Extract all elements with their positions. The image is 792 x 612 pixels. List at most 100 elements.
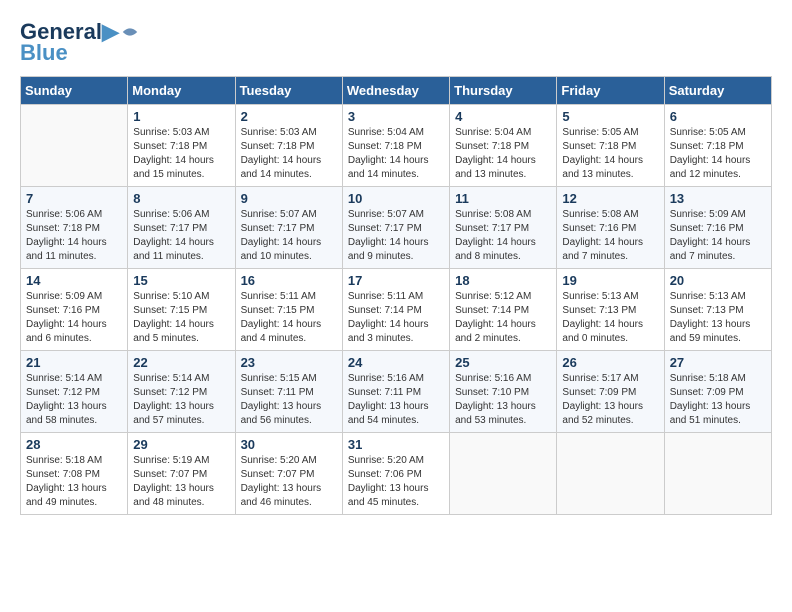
calendar-day-cell: 1 Sunrise: 5:03 AM Sunset: 7:18 PM Daylig…	[128, 105, 235, 187]
calendar-day-cell: 9 Sunrise: 5:07 AM Sunset: 7:17 PM Daylig…	[235, 187, 342, 269]
day-number: 12	[562, 191, 658, 206]
calendar-day-cell: 5 Sunrise: 5:05 AM Sunset: 7:18 PM Daylig…	[557, 105, 664, 187]
weekday-header-thursday: Thursday	[450, 77, 557, 105]
day-number: 10	[348, 191, 444, 206]
calendar-day-cell: 13Sunrise: 5:09 AM Sunset: 7:16 PM Dayli…	[664, 187, 771, 269]
day-number: 24	[348, 355, 444, 370]
logo: General▶ Blue	[20, 20, 139, 66]
day-number: 31	[348, 437, 444, 452]
calendar-day-cell: 15 Sunrise: 5:10 AM Sunset: 7:15 PM Dayli…	[128, 269, 235, 351]
calendar-day-cell: 23 Sunrise: 5:15 AM Sunset: 7:11 PM Dayli…	[235, 351, 342, 433]
day-info: Sunrise: 5:09 AM Sunset: 7:16 PM Dayligh…	[670, 208, 766, 264]
weekday-header-monday: Monday	[128, 77, 235, 105]
day-number: 4	[455, 109, 551, 124]
day-number: 18	[455, 273, 551, 288]
calendar-day-cell: 29Sunrise: 5:19 AM Sunset: 7:07 PM Dayli…	[128, 433, 235, 515]
calendar-day-cell: 7Sunrise: 5:06 AM Sunset: 7:18 PM Daylig…	[21, 187, 128, 269]
calendar-day-cell: 4 Sunrise: 5:04 AM Sunset: 7:18 PM Daylig…	[450, 105, 557, 187]
day-number: 16	[241, 273, 337, 288]
day-info: Sunrise: 5:14 AM Sunset: 7:12 PM Dayligh…	[26, 372, 122, 428]
calendar-day-cell: 10 Sunrise: 5:07 AM Sunset: 7:17 PM Dayli…	[342, 187, 449, 269]
calendar-header-row: SundayMondayTuesdayWednesdayThursdayFrid…	[21, 77, 772, 105]
weekday-header-saturday: Saturday	[664, 77, 771, 105]
day-info: Sunrise: 5:15 AM Sunset: 7:11 PM Dayligh…	[241, 372, 337, 428]
weekday-header-friday: Friday	[557, 77, 664, 105]
day-number: 8	[133, 191, 229, 206]
calendar-day-cell: 19 Sunrise: 5:13 AM Sunset: 7:13 PM Dayli…	[557, 269, 664, 351]
calendar-day-cell: 16 Sunrise: 5:11 AM Sunset: 7:15 PM Dayli…	[235, 269, 342, 351]
day-info: Sunrise: 5:05 AM Sunset: 7:18 PM Dayligh…	[562, 126, 658, 182]
day-info: Sunrise: 5:20 AM Sunset: 7:06 PM Dayligh…	[348, 454, 444, 510]
day-info: Sunrise: 5:12 AM Sunset: 7:14 PM Dayligh…	[455, 290, 551, 346]
day-number: 1	[133, 109, 229, 124]
page-header: General▶ Blue	[20, 20, 772, 66]
weekday-header-wednesday: Wednesday	[342, 77, 449, 105]
calendar-table: SundayMondayTuesdayWednesdayThursdayFrid…	[20, 76, 772, 515]
calendar-day-cell: 6Sunrise: 5:05 AM Sunset: 7:18 PM Daylig…	[664, 105, 771, 187]
calendar-week-row: 28 Sunrise: 5:18 AM Sunset: 7:08 PM Dayli…	[21, 433, 772, 515]
calendar-week-row: 1 Sunrise: 5:03 AM Sunset: 7:18 PM Daylig…	[21, 105, 772, 187]
day-info: Sunrise: 5:10 AM Sunset: 7:15 PM Dayligh…	[133, 290, 229, 346]
calendar-day-cell: 30 Sunrise: 5:20 AM Sunset: 7:07 PM Dayli…	[235, 433, 342, 515]
day-number: 23	[241, 355, 337, 370]
day-number: 15	[133, 273, 229, 288]
day-number: 2	[241, 109, 337, 124]
day-number: 9	[241, 191, 337, 206]
day-info: Sunrise: 5:13 AM Sunset: 7:13 PM Dayligh…	[670, 290, 766, 346]
calendar-day-cell: 22 Sunrise: 5:14 AM Sunset: 7:12 PM Dayli…	[128, 351, 235, 433]
calendar-day-cell: 28 Sunrise: 5:18 AM Sunset: 7:08 PM Dayli…	[21, 433, 128, 515]
day-info: Sunrise: 5:08 AM Sunset: 7:16 PM Dayligh…	[562, 208, 658, 264]
day-info: Sunrise: 5:04 AM Sunset: 7:18 PM Dayligh…	[348, 126, 444, 182]
empty-cell	[557, 433, 664, 515]
calendar-day-cell: 25Sunrise: 5:16 AM Sunset: 7:10 PM Dayli…	[450, 351, 557, 433]
day-number: 22	[133, 355, 229, 370]
empty-cell	[664, 433, 771, 515]
day-info: Sunrise: 5:18 AM Sunset: 7:08 PM Dayligh…	[26, 454, 122, 510]
calendar-day-cell: 17 Sunrise: 5:11 AM Sunset: 7:14 PM Dayli…	[342, 269, 449, 351]
day-number: 3	[348, 109, 444, 124]
day-number: 7	[26, 191, 122, 206]
empty-cell	[21, 105, 128, 187]
day-number: 20	[670, 273, 766, 288]
day-info: Sunrise: 5:03 AM Sunset: 7:18 PM Dayligh…	[133, 126, 229, 182]
calendar-day-cell: 26 Sunrise: 5:17 AM Sunset: 7:09 PM Dayli…	[557, 351, 664, 433]
calendar-day-cell: 20 Sunrise: 5:13 AM Sunset: 7:13 PM Dayli…	[664, 269, 771, 351]
day-number: 14	[26, 273, 122, 288]
day-info: Sunrise: 5:18 AM Sunset: 7:09 PM Dayligh…	[670, 372, 766, 428]
day-info: Sunrise: 5:14 AM Sunset: 7:12 PM Dayligh…	[133, 372, 229, 428]
day-info: Sunrise: 5:17 AM Sunset: 7:09 PM Dayligh…	[562, 372, 658, 428]
calendar-day-cell: 24 Sunrise: 5:16 AM Sunset: 7:11 PM Dayli…	[342, 351, 449, 433]
day-number: 27	[670, 355, 766, 370]
calendar-week-row: 7Sunrise: 5:06 AM Sunset: 7:18 PM Daylig…	[21, 187, 772, 269]
calendar-day-cell: 31 Sunrise: 5:20 AM Sunset: 7:06 PM Dayli…	[342, 433, 449, 515]
calendar-day-cell: 21 Sunrise: 5:14 AM Sunset: 7:12 PM Dayli…	[21, 351, 128, 433]
day-info: Sunrise: 5:20 AM Sunset: 7:07 PM Dayligh…	[241, 454, 337, 510]
day-number: 28	[26, 437, 122, 452]
day-info: Sunrise: 5:13 AM Sunset: 7:13 PM Dayligh…	[562, 290, 658, 346]
day-number: 17	[348, 273, 444, 288]
day-info: Sunrise: 5:19 AM Sunset: 7:07 PM Dayligh…	[133, 454, 229, 510]
empty-cell	[450, 433, 557, 515]
day-info: Sunrise: 5:03 AM Sunset: 7:18 PM Dayligh…	[241, 126, 337, 182]
day-number: 19	[562, 273, 658, 288]
day-number: 25	[455, 355, 551, 370]
calendar-day-cell: 18 Sunrise: 5:12 AM Sunset: 7:14 PM Dayli…	[450, 269, 557, 351]
day-info: Sunrise: 5:11 AM Sunset: 7:15 PM Dayligh…	[241, 290, 337, 346]
day-number: 30	[241, 437, 337, 452]
calendar-day-cell: 12 Sunrise: 5:08 AM Sunset: 7:16 PM Dayli…	[557, 187, 664, 269]
day-number: 21	[26, 355, 122, 370]
day-info: Sunrise: 5:16 AM Sunset: 7:11 PM Dayligh…	[348, 372, 444, 428]
day-info: Sunrise: 5:05 AM Sunset: 7:18 PM Dayligh…	[670, 126, 766, 182]
calendar-week-row: 21 Sunrise: 5:14 AM Sunset: 7:12 PM Dayli…	[21, 351, 772, 433]
day-number: 5	[562, 109, 658, 124]
day-number: 26	[562, 355, 658, 370]
calendar-day-cell: 2 Sunrise: 5:03 AM Sunset: 7:18 PM Daylig…	[235, 105, 342, 187]
day-info: Sunrise: 5:09 AM Sunset: 7:16 PM Dayligh…	[26, 290, 122, 346]
day-info: Sunrise: 5:04 AM Sunset: 7:18 PM Dayligh…	[455, 126, 551, 182]
day-info: Sunrise: 5:11 AM Sunset: 7:14 PM Dayligh…	[348, 290, 444, 346]
day-info: Sunrise: 5:07 AM Sunset: 7:17 PM Dayligh…	[241, 208, 337, 264]
weekday-header-tuesday: Tuesday	[235, 77, 342, 105]
calendar-day-cell: 11Sunrise: 5:08 AM Sunset: 7:17 PM Dayli…	[450, 187, 557, 269]
day-info: Sunrise: 5:06 AM Sunset: 7:17 PM Dayligh…	[133, 208, 229, 264]
day-info: Sunrise: 5:07 AM Sunset: 7:17 PM Dayligh…	[348, 208, 444, 264]
